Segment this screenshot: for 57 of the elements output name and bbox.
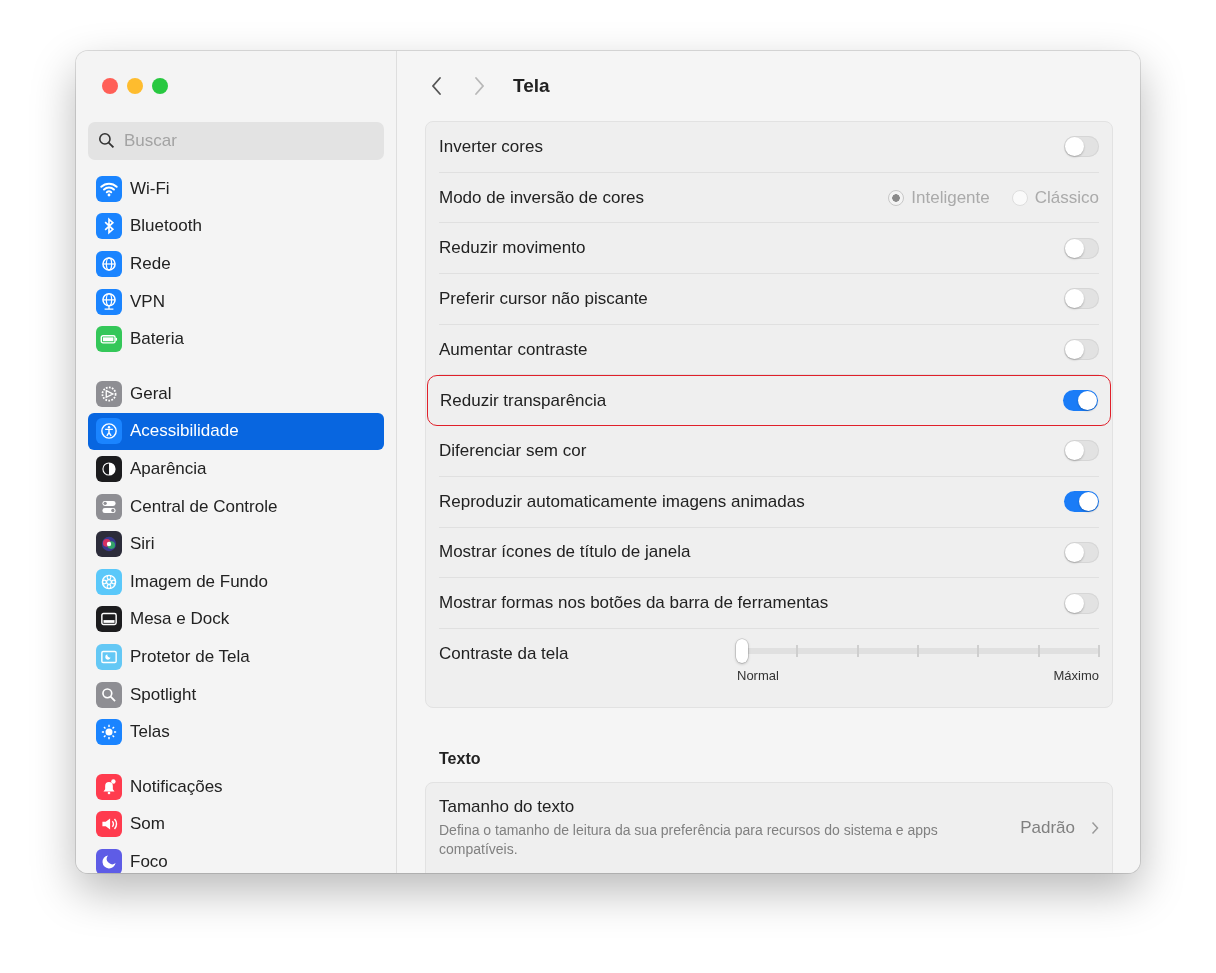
- toggle-switch[interactable]: [1064, 541, 1099, 563]
- setting-label: Diferenciar sem cor: [439, 440, 587, 461]
- search-icon: [98, 132, 115, 149]
- toggle-switch[interactable]: [1064, 592, 1099, 614]
- chevron-right-icon: [473, 76, 485, 96]
- sidebar-item[interactable]: Rede: [88, 245, 384, 283]
- sidebar-item[interactable]: Protetor de Tela: [88, 638, 384, 676]
- slider-max-label: Máximo: [1053, 667, 1099, 683]
- settings-row[interactable]: Tamanho do texto Defina o tamanho de leitura da sua preferência para recursos do sistema e apps compatíveis. Padrão: [439, 782, 1099, 873]
- sidebar-item[interactable]: Bateria: [88, 320, 384, 358]
- sidebar-item[interactable]: Central de Controle: [88, 487, 384, 526]
- setting-label: Reproduzir automaticamente imagens animadas: [439, 491, 805, 512]
- sidebar-item[interactable]: Bluetooth: [88, 207, 384, 246]
- toggle-switch[interactable]: [1064, 440, 1099, 462]
- sidebar-item[interactable]: VPN: [88, 282, 384, 321]
- radio-label: Inteligente: [911, 187, 990, 208]
- setting-value: Padrão: [1020, 818, 1075, 839]
- window-control[interactable]: [102, 78, 118, 94]
- chevron-left-icon: [431, 76, 443, 96]
- setting-label: Mostrar formas nos botões da barra de ferramentas: [439, 593, 829, 614]
- slider-thumb[interactable]: [736, 638, 748, 663]
- window-control[interactable]: [127, 78, 143, 94]
- radio-label: Clássico: [1034, 187, 1099, 208]
- sidebar-item[interactable]: Geral: [88, 374, 384, 413]
- setting-label: Contraste da tela: [439, 643, 569, 664]
- sidebar-item[interactable]: Siri: [88, 525, 384, 563]
- toggle-switch[interactable]: [1064, 288, 1099, 310]
- sidebar-item[interactable]: Foco: [88, 843, 384, 873]
- sidebar-item[interactable]: Telas: [88, 713, 384, 751]
- toggle-switch[interactable]: [1063, 390, 1098, 412]
- window-control[interactable]: [152, 78, 168, 94]
- sidebar-item[interactable]: Aparência: [88, 450, 384, 488]
- slider-min-label: Normal: [737, 667, 779, 683]
- sidebar-item[interactable]: Mesa e Dock: [88, 600, 384, 639]
- sidebar-item[interactable]: Imagem de Fundo: [88, 562, 384, 601]
- toggle-switch[interactable]: [1064, 339, 1099, 361]
- sidebar-item[interactable]: Acessibilidade: [88, 412, 384, 451]
- section-heading: Texto: [439, 749, 482, 768]
- setting-label: Inverter cores: [439, 136, 543, 157]
- setting-description: Defina o tamanho de leitura da sua preferência para recursos do sistema e apps compatíveis.: [439, 820, 939, 860]
- sidebar-item[interactable]: Wi-Fi: [88, 170, 384, 208]
- search-field[interactable]: Buscar: [88, 122, 384, 160]
- sidebar-item[interactable]: Som: [88, 805, 384, 844]
- setting-label: Mostrar ícones de título de janela: [439, 542, 691, 563]
- setting-label: Reduzir transparência: [440, 390, 607, 411]
- sidebar-item[interactable]: Notificações: [88, 767, 384, 806]
- setting-label: Tamanho do texto: [439, 796, 576, 817]
- chevron-icon: [1091, 821, 1099, 836]
- toggle-switch[interactable]: [1064, 237, 1099, 259]
- toggle-switch[interactable]: [1064, 136, 1099, 158]
- toggle-switch[interactable]: [1064, 491, 1099, 513]
- page-title: Tela: [513, 75, 550, 97]
- sidebar-item[interactable]: Spotlight: [88, 675, 384, 714]
- setting-label: Preferir cursor não piscante: [439, 288, 648, 309]
- setting-label: Aumentar contraste: [439, 339, 588, 360]
- setting-label: Reduzir movimento: [439, 238, 586, 259]
- setting-label: Modo de inversão de cores: [439, 187, 645, 208]
